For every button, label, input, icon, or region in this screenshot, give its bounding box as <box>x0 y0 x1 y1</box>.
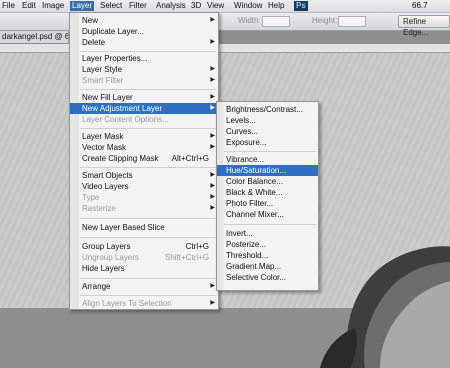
menu-item-create-clipping-mask[interactable]: Create Clipping Mask Alt+Ctrl+G <box>70 153 218 164</box>
shortcut-label: Ctrl+G <box>185 242 209 251</box>
menu-item-new-layer-based-slice[interactable]: New Layer Based Slice <box>70 222 218 233</box>
menu-item-layer-content-options: Layer Content Options... <box>82 115 169 124</box>
submenu-item-vibrance[interactable]: Vibrance... <box>217 154 318 165</box>
menu-separator <box>80 237 216 238</box>
submenu-item-invert[interactable]: Invert... <box>217 228 318 239</box>
menu-item-layer-properties[interactable]: Layer Properties... <box>70 53 218 64</box>
height-label: Height: <box>312 16 338 25</box>
menu-separator <box>80 278 216 279</box>
options-bar: Width: Height: Refine Edge... <box>0 13 450 37</box>
menu-separator <box>80 89 216 90</box>
menu-separator <box>80 167 216 168</box>
refine-edge-button[interactable]: Refine Edge... <box>398 15 450 37</box>
submenu-arrow-icon: ▶ <box>210 205 215 211</box>
submenu-arrow-icon: ▶ <box>210 133 215 139</box>
menu-bar: File Edit Image Layer Select Filter Anal… <box>0 0 450 13</box>
menu-image[interactable]: Image <box>40 1 66 11</box>
submenu-arrow-icon: ▶ <box>210 194 215 200</box>
menu-separator <box>80 128 216 129</box>
menu-item-group-layers[interactable]: Group Layers Ctrl+G <box>70 241 218 252</box>
menu-item-smart-objects[interactable]: Smart Objects ▶ <box>70 170 218 181</box>
menu-item-layer-mask[interactable]: Layer Mask ▶ <box>70 131 218 142</box>
menu-select[interactable]: Select <box>98 1 124 11</box>
menu-file[interactable]: File <box>0 1 17 11</box>
submenu-arrow-icon: ▶ <box>210 172 215 178</box>
ruler <box>0 44 450 53</box>
menu-window[interactable]: Window <box>232 1 264 11</box>
submenu-arrow-icon: ▶ <box>210 183 215 189</box>
submenu-item-photo-filter[interactable]: Photo Filter... <box>217 198 318 209</box>
menu-separator <box>80 295 216 296</box>
submenu-arrow-icon: ▶ <box>210 300 215 306</box>
submenu-arrow-icon: ▶ <box>210 144 215 150</box>
menu-separator <box>224 224 316 225</box>
submenu-item-posterize[interactable]: Posterize... <box>217 239 318 250</box>
submenu-item-gradient-map[interactable]: Gradient Map... <box>217 261 318 272</box>
menu-item-new-fill-layer[interactable]: New Fill Layer ▶ <box>70 92 218 103</box>
menu-item-duplicate-layer[interactable]: Duplicate Layer... <box>70 26 218 37</box>
menu-item-layer-style[interactable]: Layer Style ▶ <box>70 64 218 75</box>
menu-item-arrange[interactable]: Arrange ▶ <box>70 281 218 292</box>
angel-wing-image <box>320 246 450 368</box>
submenu-item-levels[interactable]: Levels... <box>217 115 318 126</box>
submenu-item-hue-saturation[interactable]: Hue/Saturation... <box>217 165 318 176</box>
zoom-level[interactable]: 66.7 <box>412 1 428 11</box>
menu-help[interactable]: Help <box>266 1 286 11</box>
menu-item-delete[interactable]: Delete ▶ <box>70 37 218 48</box>
menu-item-ungroup-layers: Ungroup Layers Shift+Ctrl+G <box>82 253 209 262</box>
width-label: Width: <box>238 16 261 25</box>
menu-item-new[interactable]: New ▶ <box>70 15 218 26</box>
submenu-arrow-icon: ▶ <box>210 17 215 23</box>
height-field[interactable] <box>338 16 366 27</box>
submenu-arrow-icon: ▶ <box>210 283 215 289</box>
menu-item-vector-mask[interactable]: Vector Mask ▶ <box>70 142 218 153</box>
layer-menu: New ▶ Duplicate Layer... Delete ▶ Layer … <box>69 12 219 310</box>
menu-edit[interactable]: Edit <box>20 1 38 11</box>
submenu-item-channel-mixer[interactable]: Channel Mixer... <box>217 209 318 220</box>
submenu-item-threshold[interactable]: Threshold... <box>217 250 318 261</box>
submenu-item-exposure[interactable]: Exposure... <box>217 137 318 148</box>
submenu-arrow-icon: ▶ <box>210 77 215 83</box>
menu-item-type: Type ▶ <box>82 193 215 202</box>
menu-item-rasterize: Rasterize ▶ <box>82 204 215 213</box>
menu-separator <box>224 151 316 152</box>
menu-filter[interactable]: Filter <box>127 1 149 11</box>
ps-logo: Ps <box>294 1 308 11</box>
submenu-arrow-icon: ▶ <box>210 39 215 45</box>
menu-separator <box>80 218 216 219</box>
menu-layer[interactable]: Layer <box>70 1 95 11</box>
document-tab[interactable]: darkangel.psd @ 66.7 <box>0 31 69 43</box>
menu-3d[interactable]: 3D <box>189 1 203 11</box>
submenu-item-brightness-contrast[interactable]: Brightness/Contrast... <box>217 104 318 115</box>
submenu-item-color-balance[interactable]: Color Balance... <box>217 176 318 187</box>
width-field[interactable] <box>262 16 290 27</box>
submenu-arrow-icon: ▶ <box>210 105 215 111</box>
shortcut-label: Alt+Ctrl+G <box>171 154 209 163</box>
menu-item-hide-layers[interactable]: Hide Layers <box>70 263 218 274</box>
submenu-item-black-white[interactable]: Black & White... <box>217 187 318 198</box>
submenu-arrow-icon: ▶ <box>210 66 215 72</box>
menu-item-video-layers[interactable]: Video Layers ▶ <box>70 181 218 192</box>
adjustment-layer-submenu: Brightness/Contrast... Levels... Curves.… <box>216 101 319 291</box>
submenu-arrow-icon: ▶ <box>210 94 215 100</box>
submenu-item-selective-color[interactable]: Selective Color... <box>217 272 318 283</box>
shortcut-label: Shift+Ctrl+G <box>164 253 209 262</box>
menu-analysis[interactable]: Analysis <box>154 1 188 11</box>
menu-view[interactable]: View <box>205 1 226 11</box>
menu-item-smart-filter: Smart Filter ▶ <box>82 76 215 85</box>
submenu-item-curves[interactable]: Curves... <box>217 126 318 137</box>
menu-item-align-layers-to-selection: Align Layers To Selection ▶ <box>82 299 215 308</box>
menu-separator <box>80 51 216 52</box>
menu-item-new-adjustment-layer[interactable]: New Adjustment Layer ▶ <box>70 103 218 114</box>
